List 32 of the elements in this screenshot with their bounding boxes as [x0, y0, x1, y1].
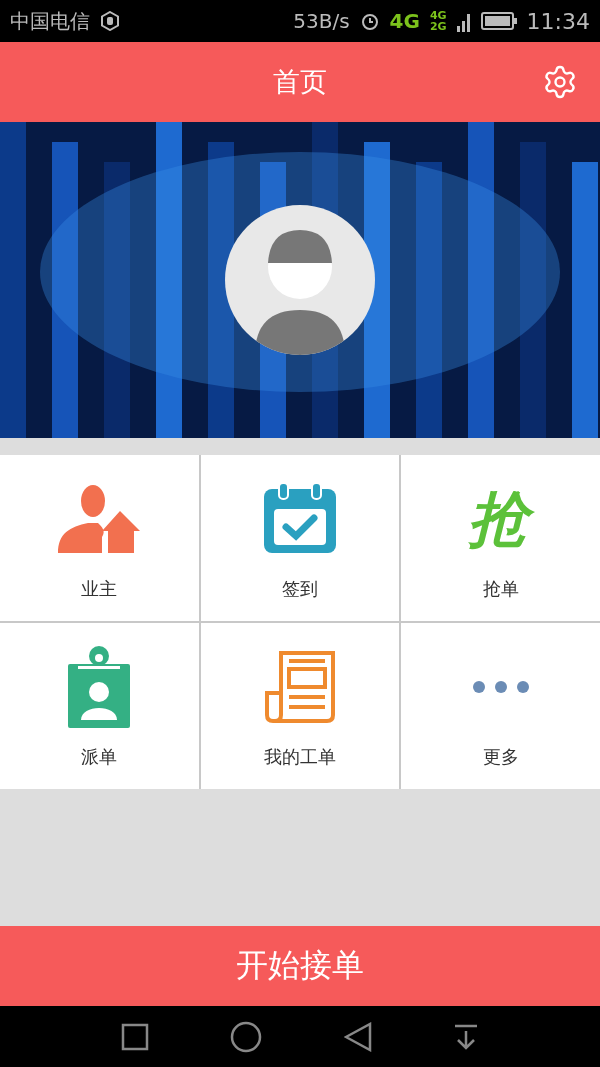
menu-tile[interactable]: 签到 — [200, 455, 400, 621]
tile-label: 签到 — [282, 577, 318, 601]
home-icon[interactable] — [230, 1020, 263, 1053]
more-icon — [471, 680, 530, 694]
tile-label: 我的工单 — [264, 745, 336, 769]
menu-tile[interactable]: 更多 — [401, 623, 600, 789]
grab-glyph: 抢 — [463, 481, 538, 557]
back-icon[interactable] — [343, 1021, 372, 1052]
menu-tile[interactable]: 抢 抢单 — [401, 455, 600, 621]
menu-tile[interactable]: 派单 — [0, 623, 199, 789]
page-title: 首页 — [273, 65, 327, 99]
clock: 11:34 — [526, 8, 590, 34]
battery-icon — [480, 12, 517, 30]
person-house-icon — [58, 483, 141, 555]
tile-label: 更多 — [482, 745, 519, 769]
id-badge-icon — [68, 646, 131, 728]
tile-label: 抢单 — [482, 577, 519, 601]
menu-tile[interactable]: 业主 — [0, 455, 199, 621]
menu-tile[interactable]: 我的工单 — [200, 623, 400, 789]
carrier-name: 中国电信 — [10, 7, 90, 35]
network-type: 4G — [389, 11, 420, 31]
network-type: 2G — [429, 21, 447, 32]
network-type: 4G — [429, 10, 447, 21]
network-speed: 53B/s — [293, 9, 350, 33]
tile-label: 派单 — [81, 745, 118, 769]
pull-down-icon[interactable] — [453, 1022, 480, 1051]
alarm-icon — [359, 11, 380, 31]
newspaper-icon — [265, 651, 335, 723]
tile-label: 业主 — [81, 577, 118, 601]
square-icon[interactable] — [120, 1022, 149, 1051]
calendar-check-icon — [264, 483, 336, 555]
settings-button[interactable] — [542, 64, 578, 100]
